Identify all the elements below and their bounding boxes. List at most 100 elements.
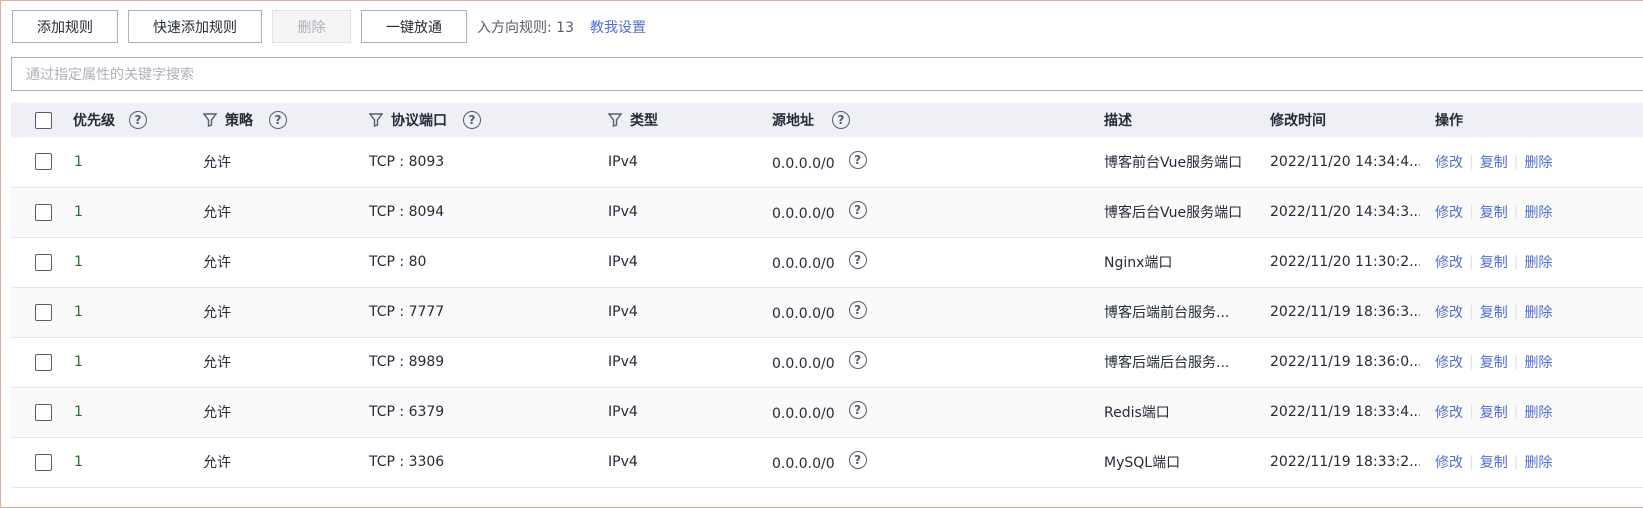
edit-link[interactable]: 修改 <box>1435 152 1463 172</box>
divider: | <box>1469 454 1474 470</box>
priority-cell: 1 <box>74 204 83 220</box>
edit-link[interactable]: 修改 <box>1435 252 1463 272</box>
copy-link[interactable]: 复制 <box>1480 302 1508 322</box>
description-cell: Nginx端口 <box>1104 255 1173 271</box>
delete-link[interactable]: 删除 <box>1524 352 1552 372</box>
help-link[interactable]: 教我设置 <box>590 17 646 37</box>
row-checkbox[interactable] <box>35 203 52 221</box>
table-row: 1 允许 TCP : 80 IPv4 0.0.0.0/0? Nginx端口 2022/11/… <box>11 237 1643 287</box>
priority-cell: 1 <box>74 254 83 270</box>
copy-link[interactable]: 复制 <box>1480 402 1508 422</box>
description-cell: 博客前台Vue服务端口 <box>1104 154 1243 171</box>
description-cell: 博客后端后台服务... <box>1104 355 1230 371</box>
row-checkbox[interactable] <box>35 153 52 171</box>
divider: | <box>1469 204 1474 220</box>
header-type[interactable]: 类型 <box>591 103 757 137</box>
rules-table: 优先级? 策略? 协议端口? 类型 源地址? 描述 修改时间 操作 1 允许 TCP… <box>11 103 1643 488</box>
row-select <box>11 287 62 337</box>
header-policy[interactable]: 策略? <box>186 103 352 137</box>
priority-cell: 1 <box>74 153 83 170</box>
help-icon[interactable]: ? <box>848 201 867 219</box>
copy-link[interactable]: 复制 <box>1480 352 1508 372</box>
divider: | <box>1513 254 1519 270</box>
source-cell: 0.0.0.0/0? <box>757 387 1090 437</box>
copy-link[interactable]: 复制 <box>1480 452 1508 472</box>
quick-add-rule-button[interactable]: 快速添加规则 <box>128 10 262 43</box>
port-cell: TCP : 3306 <box>369 454 445 470</box>
row-checkbox[interactable] <box>35 253 52 271</box>
help-icon[interactable]: ? <box>848 401 867 419</box>
help-icon[interactable]: ? <box>269 111 287 129</box>
table-row: 1 允许 TCP : 7777 IPv4 0.0.0.0/0? 博客后端前台服务... 20… <box>11 287 1643 337</box>
policy-cell: 允许 <box>203 154 231 171</box>
type-cell: IPv4 <box>608 153 638 170</box>
filter-icon[interactable] <box>369 113 383 127</box>
help-icon[interactable]: ? <box>832 111 850 129</box>
row-checkbox[interactable] <box>35 403 52 421</box>
copy-link[interactable]: 复制 <box>1480 152 1508 172</box>
copy-link[interactable]: 复制 <box>1480 202 1508 222</box>
select-all-checkbox[interactable] <box>35 111 52 129</box>
type-cell: IPv4 <box>608 454 638 470</box>
type-cell: IPv4 <box>608 404 638 420</box>
header-modified: 修改时间 <box>1255 103 1420 137</box>
help-icon[interactable]: ? <box>129 111 147 129</box>
divider: | <box>1469 304 1474 320</box>
search-input[interactable]: 通过指定属性的关键字搜索 <box>11 57 1643 91</box>
one-click-open-button[interactable]: 一键放通 <box>361 10 467 43</box>
search-placeholder: 通过指定属性的关键字搜索 <box>26 67 194 83</box>
source-value: 0.0.0.0/0 <box>772 256 835 272</box>
table-header: 优先级? 策略? 协议端口? 类型 源地址? 描述 修改时间 操作 <box>11 103 1643 137</box>
filter-icon[interactable] <box>608 113 622 127</box>
edit-link[interactable]: 修改 <box>1435 402 1463 422</box>
delete-link[interactable]: 删除 <box>1524 252 1552 272</box>
edit-link[interactable]: 修改 <box>1435 352 1463 372</box>
delete-link[interactable]: 删除 <box>1524 452 1552 472</box>
modified-cell: 2022/11/20 11:30:2... <box>1270 254 1420 270</box>
priority-cell: 1 <box>74 404 83 420</box>
header-source: 源地址? <box>757 103 1090 137</box>
delete-link[interactable]: 删除 <box>1524 202 1552 222</box>
help-icon[interactable]: ? <box>848 451 867 469</box>
description-cell: 博客后端前台服务... <box>1104 305 1230 321</box>
delete-button: 删除 <box>272 10 351 43</box>
type-cell: IPv4 <box>608 354 638 370</box>
divider: | <box>1513 304 1519 320</box>
filter-icon[interactable] <box>203 113 217 127</box>
delete-link[interactable]: 删除 <box>1524 152 1552 172</box>
add-rule-button[interactable]: 添加规则 <box>12 10 118 43</box>
description-cell: Redis端口 <box>1104 405 1170 421</box>
divider: | <box>1513 354 1519 370</box>
help-icon[interactable]: ? <box>848 301 867 319</box>
delete-link[interactable]: 删除 <box>1524 302 1552 322</box>
edit-link[interactable]: 修改 <box>1435 302 1463 322</box>
row-select <box>11 337 62 387</box>
delete-link[interactable]: 删除 <box>1524 402 1552 422</box>
edit-link[interactable]: 修改 <box>1435 202 1463 222</box>
source-cell: 0.0.0.0/0? <box>757 337 1090 387</box>
copy-link[interactable]: 复制 <box>1480 252 1508 272</box>
row-checkbox[interactable] <box>35 453 52 471</box>
modified-cell: 2022/11/20 14:34:4... <box>1270 153 1420 170</box>
header-modified-label: 修改时间 <box>1270 113 1326 129</box>
policy-cell: 允许 <box>203 305 231 321</box>
source-cell: 0.0.0.0/0? <box>757 137 1090 187</box>
type-cell: IPv4 <box>608 254 638 270</box>
header-policy-label: 策略 <box>225 113 253 129</box>
header-port-label: 协议端口 <box>391 113 447 129</box>
help-icon[interactable]: ? <box>848 251 867 269</box>
header-select <box>11 103 62 137</box>
help-icon[interactable]: ? <box>848 150 867 169</box>
divider: | <box>1513 404 1519 420</box>
header-protocol-port[interactable]: 协议端口? <box>352 103 591 137</box>
help-icon[interactable]: ? <box>848 351 867 369</box>
row-checkbox[interactable] <box>35 303 52 321</box>
port-cell: TCP : 6379 <box>369 404 445 420</box>
actions-cell: 修改 | 复制 | 删除 <box>1420 387 1643 437</box>
policy-cell: 允许 <box>203 355 231 371</box>
row-checkbox[interactable] <box>35 353 52 371</box>
edit-link[interactable]: 修改 <box>1435 452 1463 472</box>
modified-cell: 2022/11/19 18:33:4... <box>1270 404 1420 420</box>
table-row: 1 允许 TCP : 3306 IPv4 0.0.0.0/0? MySQL端口 2022/1… <box>11 437 1643 487</box>
help-icon[interactable]: ? <box>463 111 481 129</box>
